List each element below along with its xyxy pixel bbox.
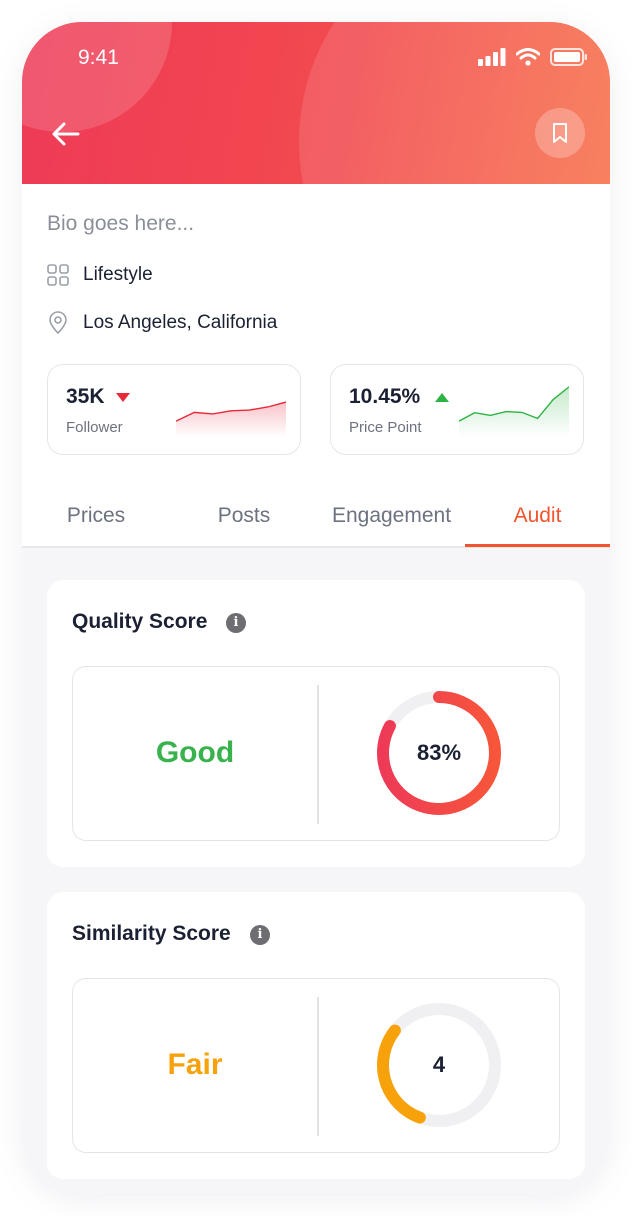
stat-label: Follower xyxy=(66,419,123,436)
bio-text: Bio goes here... xyxy=(47,212,195,235)
score-box: Fair 4 xyxy=(72,978,560,1153)
info-icon[interactable]: i xyxy=(250,925,270,945)
quality-score-card: Quality Score i Good 83% xyxy=(47,580,585,867)
battery-icon xyxy=(550,48,587,66)
follower-sparkline xyxy=(176,401,286,437)
tab-prices[interactable]: Prices xyxy=(22,504,170,528)
tab-engagement[interactable]: Engagement xyxy=(318,504,465,528)
status-time: 9:41 xyxy=(78,46,119,69)
quality-rating: Good xyxy=(155,736,235,769)
bookmark-icon xyxy=(553,123,567,143)
profile-header: 9:41 xyxy=(22,22,610,184)
active-tab-indicator xyxy=(465,544,610,547)
stat-label: Price Point xyxy=(349,419,422,436)
bookmark-button[interactable] xyxy=(535,108,585,158)
location-row: Los Angeles, California xyxy=(47,311,277,335)
divider xyxy=(317,685,319,824)
stat-card-price-point[interactable]: 10.45% Price Point xyxy=(330,364,584,455)
card-title: Quality Score xyxy=(72,610,208,633)
tab-bar: Prices Posts Engagement Audit xyxy=(22,492,610,548)
status-icons xyxy=(478,48,588,66)
category-row: Lifestyle xyxy=(47,264,153,286)
header-decoration xyxy=(299,22,610,184)
similarity-progress-text: 4 xyxy=(432,1052,446,1077)
location-pin-icon xyxy=(49,311,67,335)
card-title: Similarity Score xyxy=(72,922,231,945)
signal-icon xyxy=(478,48,506,66)
quality-progress-text: 83% xyxy=(416,740,462,765)
similarity-rating: Fair xyxy=(167,1048,223,1081)
price-point-sparkline xyxy=(459,386,569,437)
trend-up-icon xyxy=(435,393,449,402)
phone-frame: 9:41 Bio goes here... Lifestyle Los Ange… xyxy=(22,22,610,1194)
divider xyxy=(317,997,319,1136)
tab-posts[interactable]: Posts xyxy=(170,504,318,528)
wifi-icon xyxy=(516,48,540,66)
grid-icon xyxy=(47,264,69,286)
category-label: Lifestyle xyxy=(83,264,153,285)
tab-audit[interactable]: Audit xyxy=(465,504,610,528)
location-label: Los Angeles, California xyxy=(83,312,278,333)
stat-card-follower[interactable]: 35K Follower xyxy=(47,364,301,455)
trend-down-icon xyxy=(116,393,130,402)
back-arrow-icon[interactable] xyxy=(50,120,82,148)
similarity-score-card: Similarity Score i Fair 4 xyxy=(47,892,585,1179)
profile-info: Bio goes here... Lifestyle Los Angeles, … xyxy=(22,184,610,548)
header-decoration xyxy=(22,22,172,132)
stat-value: 35K xyxy=(66,385,105,408)
score-box: Good 83% xyxy=(72,666,560,841)
info-icon[interactable]: i xyxy=(226,613,246,633)
stat-value: 10.45% xyxy=(349,385,421,408)
sparkline-area xyxy=(176,402,286,437)
